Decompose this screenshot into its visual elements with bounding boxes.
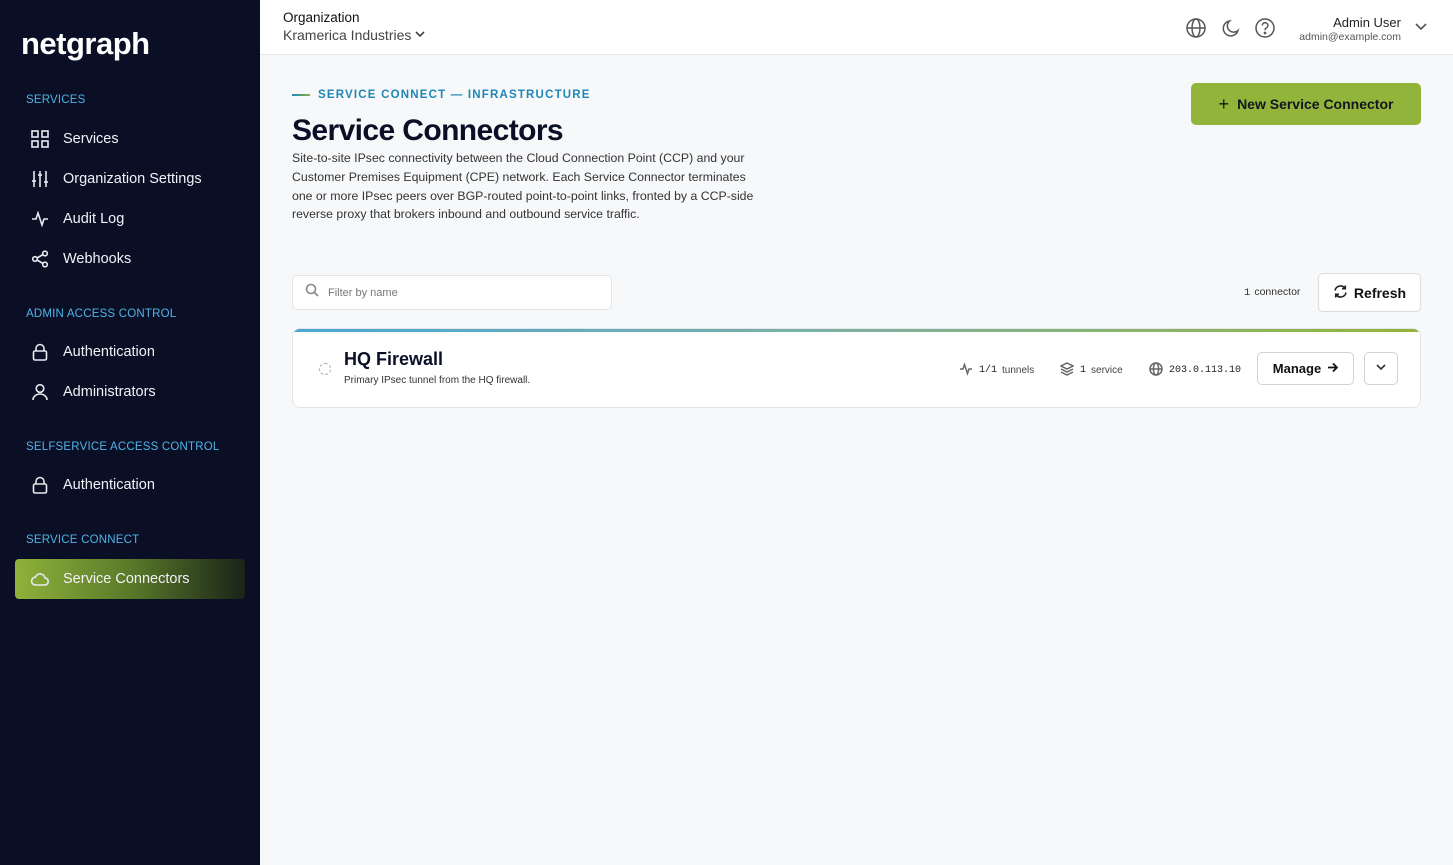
user-email: admin@example.com [1299, 31, 1401, 43]
tunnels-value: 1/1 [979, 365, 998, 376]
sidebar: netgraph SERVICES Services Organization … [0, 0, 260, 865]
moon-icon[interactable] [1221, 17, 1243, 39]
sidebar-item-label: Authentication [63, 344, 155, 360]
search-icon [305, 283, 328, 302]
organization-selector[interactable]: Kramerica Industries [283, 27, 426, 43]
sidebar-item-label: Webhooks [63, 251, 132, 267]
eyebrow-accent-bar [292, 94, 310, 96]
user-icon [30, 382, 50, 402]
cloud-icon [30, 569, 50, 589]
connector-count-value: 1 [1244, 287, 1251, 299]
lock-icon [30, 342, 50, 362]
new-service-connector-label: New Service Connector [1237, 96, 1394, 112]
refresh-button[interactable]: Refresh [1318, 273, 1421, 312]
nav-section-service-connect: SERVICE CONNECT [26, 534, 140, 546]
services-meta: 1 service [1059, 362, 1123, 379]
activity-icon [30, 209, 50, 229]
user-menu-chevron-icon[interactable] [1414, 19, 1428, 38]
user-name: Admin User [1333, 15, 1401, 30]
sidebar-item-label: Organization Settings [63, 171, 202, 187]
page-title: Service Connectors [292, 114, 564, 147]
manage-button[interactable]: Manage [1257, 352, 1354, 385]
new-service-connector-button[interactable]: + New Service Connector [1191, 83, 1421, 125]
sidebar-item-label: Service Connectors [63, 571, 190, 587]
eyebrow-text: SERVICE CONNECT — INFRASTRUCTURE [318, 89, 591, 101]
activity-icon [959, 362, 979, 379]
services-value: 1 [1080, 365, 1087, 376]
sidebar-item-admin-authentication[interactable]: Authentication [15, 332, 245, 372]
connector-card: HQ Firewall Primary IPsec tunnel from th… [292, 328, 1421, 408]
sidebar-item-webhooks[interactable]: Webhooks [15, 239, 245, 279]
services-label: service [1091, 365, 1123, 376]
arrow-right-icon [1321, 361, 1339, 376]
sidebar-item-audit-log[interactable]: Audit Log [15, 199, 245, 239]
plus-icon: + [1218, 93, 1230, 114]
tunnels-label: tunnels [1002, 365, 1035, 376]
expand-button[interactable] [1364, 352, 1398, 385]
organization-name: Kramerica Industries [283, 27, 412, 43]
globe-icon[interactable] [1185, 17, 1207, 39]
chevron-down-icon [1375, 360, 1387, 378]
lock-icon [30, 475, 50, 495]
connector-ip: 203.0.113.10 [1169, 365, 1242, 376]
filter-box [292, 275, 612, 310]
page-description: Site-to-site IPsec connectivity between … [292, 151, 754, 222]
grid-icon [30, 129, 50, 149]
connector-name[interactable]: HQ Firewall [344, 349, 443, 370]
connector-count: 1 connector [1244, 286, 1300, 299]
share-icon [30, 249, 50, 269]
chevron-down-icon [411, 27, 426, 43]
help-icon[interactable] [1254, 17, 1276, 39]
sidebar-item-label: Administrators [63, 384, 156, 400]
sidebar-item-label: Authentication [63, 477, 155, 493]
tunnels-meta: 1/1 tunnels [959, 362, 1034, 379]
card-accent-line [293, 329, 1420, 332]
globe-icon [1149, 362, 1169, 379]
connector-count-label: connector [1254, 286, 1301, 298]
nav-section-selfservice-access-control: SELFSERVICE ACCESS CONTROL [26, 441, 220, 453]
organization-label: Organization [283, 10, 360, 25]
sidebar-item-services[interactable]: Services [15, 119, 245, 159]
ip-meta: 203.0.113.10 [1149, 362, 1246, 379]
sidebar-item-service-connectors[interactable]: Service Connectors [15, 559, 245, 599]
topbar: Organization Kramerica Industries Admin … [260, 0, 1453, 55]
sidebar-item-organization-settings[interactable]: Organization Settings [15, 159, 245, 199]
sidebar-item-administrators[interactable]: Administrators [15, 372, 245, 412]
page-eyebrow: SERVICE CONNECT — INFRASTRUCTURE [292, 89, 591, 101]
layers-icon [1059, 362, 1080, 379]
nav-section-services: SERVICES [26, 94, 86, 106]
filter-input[interactable] [328, 286, 588, 299]
sidebar-item-selfservice-authentication[interactable]: Authentication [15, 465, 245, 505]
nav-section-admin-access-control: ADMIN ACCESS CONTROL [26, 308, 177, 320]
sidebar-item-label: Services [63, 131, 119, 147]
manage-label: Manage [1272, 361, 1322, 376]
sidebar-item-label: Audit Log [63, 211, 125, 227]
refresh-label: Refresh [1353, 284, 1407, 301]
sliders-icon [30, 169, 50, 189]
connector-description: Primary IPsec tunnel from the HQ firewal… [344, 375, 531, 386]
refresh-icon [1333, 284, 1354, 302]
app-logo[interactable]: netgraph [21, 26, 150, 62]
status-indicator [319, 363, 331, 375]
